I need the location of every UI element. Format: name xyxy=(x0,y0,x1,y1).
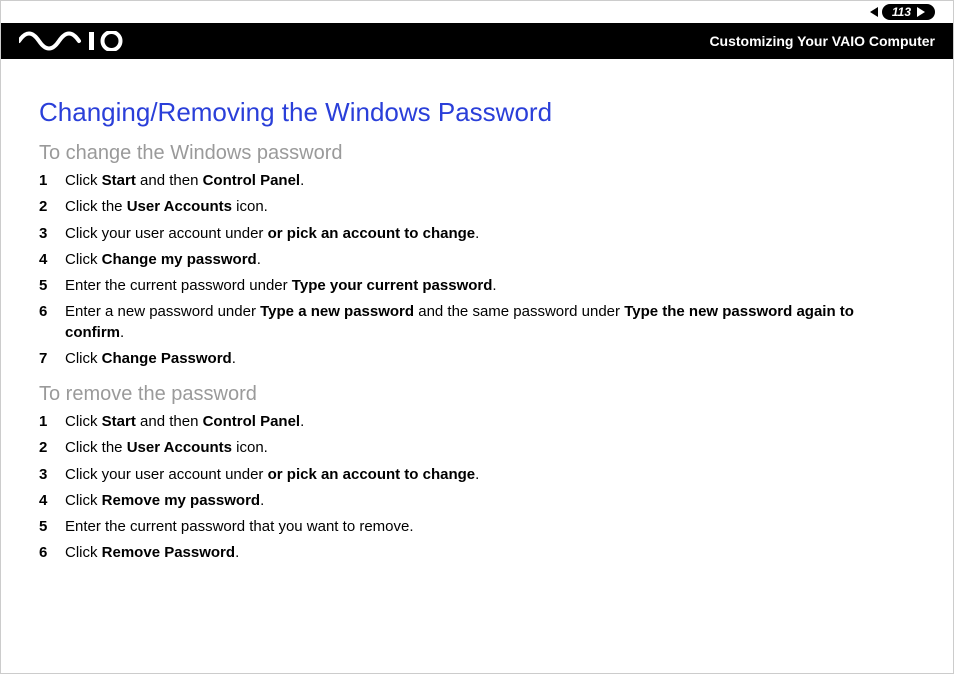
step-number: 2 xyxy=(39,197,65,217)
step-item: 3Click your user account under or pick a… xyxy=(39,224,915,244)
subsection-heading: To change the Windows password xyxy=(39,142,915,165)
step-number: 7 xyxy=(39,349,65,369)
step-text: Click Remove Password. xyxy=(65,543,239,563)
subsection-heading: To remove the password xyxy=(39,383,915,406)
step-text: Click the User Accounts icon. xyxy=(65,438,268,458)
step-text: Enter the current password under Type yo… xyxy=(65,276,497,296)
step-item: 5Enter the current password that you wan… xyxy=(39,517,915,537)
page-body: Changing/Removing the Windows Password T… xyxy=(1,59,953,564)
step-number: 4 xyxy=(39,491,65,511)
step-item: 6Enter a new password under Type a new p… xyxy=(39,302,915,343)
section-title[interactable]: Customizing Your VAIO Computer xyxy=(709,33,935,49)
step-item: 3Click your user account under or pick a… xyxy=(39,465,915,485)
step-text: Click the User Accounts icon. xyxy=(65,197,268,217)
step-text: Click Start and then Control Panel. xyxy=(65,171,304,191)
step-item: 1Click Start and then Control Panel. xyxy=(39,171,915,191)
prev-page-icon[interactable] xyxy=(870,7,878,17)
step-number: 2 xyxy=(39,438,65,458)
page-number: 113 xyxy=(892,5,911,19)
step-item: 4Click Remove my password. xyxy=(39,491,915,511)
step-item: 5Enter the current password under Type y… xyxy=(39,276,915,296)
step-item: 7Click Change Password. xyxy=(39,349,915,369)
step-number: 3 xyxy=(39,224,65,244)
step-number: 5 xyxy=(39,517,65,537)
step-text: Click Change my password. xyxy=(65,250,261,270)
header-bar: Customizing Your VAIO Computer xyxy=(1,23,953,59)
step-number: 5 xyxy=(39,276,65,296)
step-number: 6 xyxy=(39,302,65,322)
step-text: Click your user account under or pick an… xyxy=(65,224,479,244)
step-list: 1Click Start and then Control Panel.2Cli… xyxy=(39,171,915,369)
step-number: 4 xyxy=(39,250,65,270)
vaio-logo xyxy=(19,31,149,51)
header-line-1: 113 xyxy=(1,1,953,23)
step-text: Enter a new password under Type a new pa… xyxy=(65,302,915,343)
step-number: 3 xyxy=(39,465,65,485)
step-text: Click Change Password. xyxy=(65,349,236,369)
step-item: 2Click the User Accounts icon. xyxy=(39,197,915,217)
next-page-icon[interactable] xyxy=(917,7,925,17)
step-number: 1 xyxy=(39,171,65,191)
step-item: 2Click the User Accounts icon. xyxy=(39,438,915,458)
page-indicator: 113 xyxy=(882,4,935,20)
step-item: 4Click Change my password. xyxy=(39,250,915,270)
step-list: 1Click Start and then Control Panel.2Cli… xyxy=(39,412,915,564)
step-text: Enter the current password that you want… xyxy=(65,517,414,537)
step-item: 1Click Start and then Control Panel. xyxy=(39,412,915,432)
step-number: 1 xyxy=(39,412,65,432)
step-number: 6 xyxy=(39,543,65,563)
step-item: 6Click Remove Password. xyxy=(39,543,915,563)
step-text: Click Start and then Control Panel. xyxy=(65,412,304,432)
page-title: Changing/Removing the Windows Password xyxy=(39,97,915,128)
step-text: Click Remove my password. xyxy=(65,491,264,511)
step-text: Click your user account under or pick an… xyxy=(65,465,479,485)
